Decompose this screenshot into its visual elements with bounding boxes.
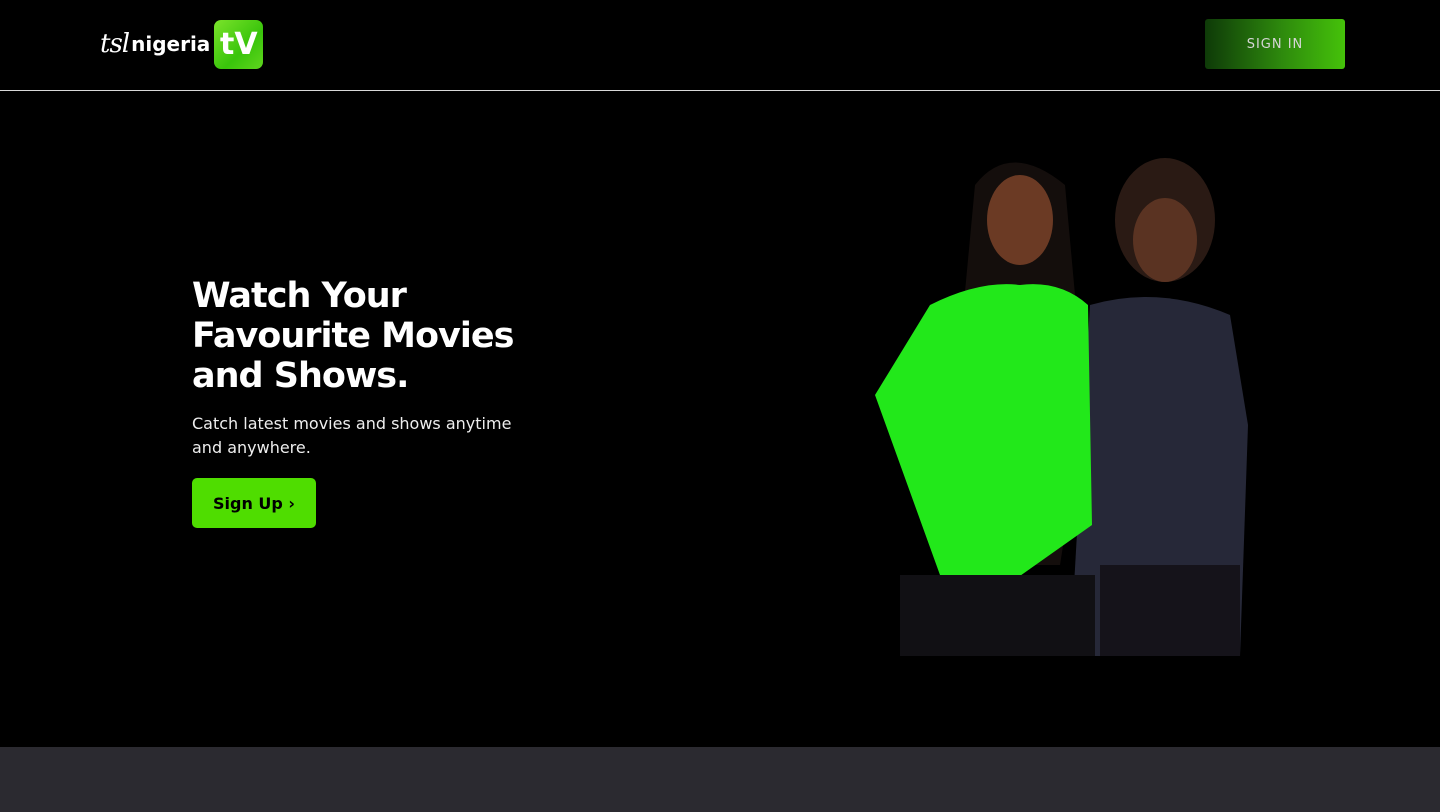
logo[interactable]: tsl nigeria tV	[100, 19, 264, 69]
face-left	[987, 175, 1053, 265]
sign-in-button[interactable]: SIGN IN	[1205, 19, 1345, 69]
pants-right	[1100, 565, 1240, 656]
next-section	[0, 747, 1440, 812]
sign-up-button[interactable]: Sign Up ›	[192, 478, 316, 528]
logo-text: nigeria	[131, 32, 211, 56]
hero-image	[875, 158, 1248, 656]
face-right	[1133, 198, 1197, 282]
hero-subtitle: Catch latest movies and shows anytime an…	[192, 414, 512, 457]
logo-badge: tV	[214, 19, 264, 69]
hero: Watch Your Favourite Movies and Shows. C…	[192, 276, 522, 528]
pants-left	[900, 575, 1095, 656]
logo-script: tsl	[100, 29, 130, 59]
blazer-left	[875, 284, 1092, 590]
hero-title: Watch Your Favourite Movies and Shows.	[192, 276, 514, 396]
site-header: tsl nigeria tV SIGN IN	[0, 0, 1440, 91]
